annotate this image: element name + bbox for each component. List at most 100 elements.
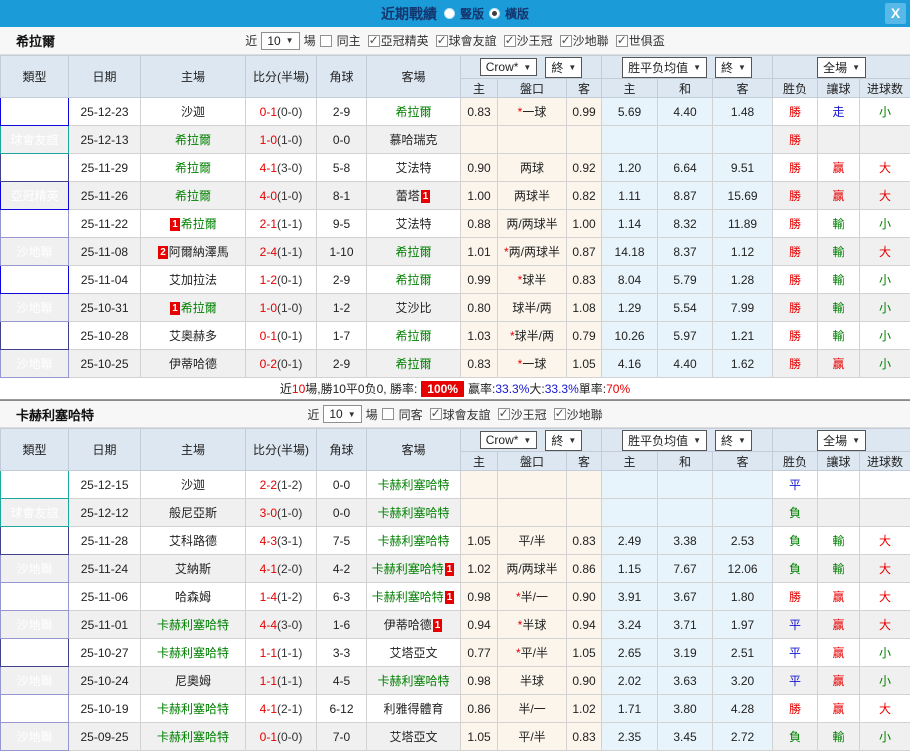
away-team-name: 希拉爾 [395, 329, 431, 343]
handicap: 两球 [498, 154, 567, 182]
odds-source-select[interactable]: Crow*▼ [480, 58, 538, 76]
odds-away: 0.87 [567, 238, 602, 266]
league-badge: 亞冠精英 [1, 266, 69, 294]
away-team-name: 艾塔亞文 [389, 730, 437, 744]
layout-radio[interactable] [489, 8, 500, 19]
layout-radio-label[interactable]: 橫版 [505, 5, 529, 22]
away-team-name: 卡赫利塞哈特 [377, 534, 449, 548]
league-checkbox[interactable] [430, 408, 442, 420]
score: 1-1(1-1) [246, 639, 317, 667]
mean-home: 8.04 [602, 266, 658, 294]
odds-away: 1.05 [567, 639, 602, 667]
league-checkbox[interactable] [504, 35, 516, 47]
halftime-score: (1-2) [277, 478, 302, 492]
result-outcome: 負 [773, 555, 818, 583]
league-filters: 亞冠精英球會友誼沙王冠沙地聯世俱盃 [365, 32, 665, 49]
mean-odds-select[interactable]: 胜平负均值▼ [622, 430, 707, 451]
chevron-down-icon: ▼ [286, 36, 294, 45]
result-handicap: 赢 [818, 350, 860, 378]
odds-source-select[interactable]: Crow*▼ [480, 431, 538, 449]
mean-away: 3.20 [713, 667, 773, 695]
titlebar: 近期戰績 豎版橫版 X [0, 0, 910, 27]
league-checkbox[interactable] [436, 35, 448, 47]
fulltime-score: 4-1 [260, 161, 277, 175]
league-label: 沙地聯 [573, 32, 609, 49]
close-button[interactable]: X [885, 3, 906, 24]
result-outcome: 勝 [773, 98, 818, 126]
final-odds-select[interactable]: 終▼ [545, 57, 582, 78]
final-mean-select[interactable]: 終▼ [715, 430, 752, 451]
result-outcome: 平 [773, 667, 818, 695]
odds-home: 0.98 [461, 583, 498, 611]
handicap-text: 一球 [522, 105, 546, 119]
league-checkbox[interactable] [368, 35, 380, 47]
match-date: 25-11-04 [69, 266, 141, 294]
halftime-score: (0-0) [277, 105, 302, 119]
corners: 2-9 [317, 266, 367, 294]
league-label: 沙地聯 [567, 406, 603, 423]
league-label: 球會友誼 [449, 32, 497, 49]
final-odds-select[interactable]: 終▼ [545, 430, 582, 451]
league-checkbox[interactable] [554, 408, 566, 420]
mean-home: 1.14 [602, 210, 658, 238]
league-checkbox[interactable] [560, 35, 572, 47]
col-type: 類型 [1, 429, 69, 471]
match-date: 25-12-12 [69, 499, 141, 527]
result-outcome: 勝 [773, 266, 818, 294]
home-team-name: 伊蒂哈德 [169, 357, 217, 371]
match-date: 25-10-19 [69, 695, 141, 723]
mean-home: 5.69 [602, 98, 658, 126]
league-filter: 亞冠精英 [368, 32, 429, 49]
league-checkbox[interactable] [616, 35, 628, 47]
mean-away: 1.28 [713, 266, 773, 294]
handicap-text: 一球 [522, 357, 546, 371]
mean-draw: 5.79 [658, 266, 713, 294]
table-row: 沙地聯25-11-24艾納斯4-1(2-0)4-2卡赫利塞哈特11.02两/两球… [1, 555, 910, 583]
odds-home: 0.90 [461, 154, 498, 182]
league-checkbox[interactable] [498, 408, 510, 420]
fulltime-score: 0-1 [260, 105, 277, 119]
fulltime-score: 1-4 [260, 590, 277, 604]
sub-result: 胜负 [773, 452, 818, 471]
match-count-select[interactable]: 10▼ [323, 405, 361, 423]
final-mean-select[interactable]: 終▼ [715, 57, 752, 78]
mean-draw: 5.54 [658, 294, 713, 322]
away-team-name: 卡赫利塞哈特 [372, 562, 444, 576]
sub-result: 胜负 [773, 79, 818, 98]
mean-draw: 8.87 [658, 182, 713, 210]
score: 4-1(2-0) [246, 555, 317, 583]
table-row: 球會友誼25-12-15沙迦2-2(1-2)0-0卡赫利塞哈特平 [1, 471, 910, 499]
odds-home: 0.77 [461, 639, 498, 667]
league-label: 沙王冠 [517, 32, 553, 49]
league-filter: 沙地聯 [554, 406, 603, 423]
away-team: 艾法特 [367, 210, 461, 238]
result-outcome: 勝 [773, 238, 818, 266]
league-badge: 沙地聯 [1, 723, 69, 751]
col-corner: 角球 [317, 56, 367, 98]
scope-select[interactable]: 全場▼ [817, 430, 866, 451]
home-team: 卡赫利塞哈特 [141, 695, 246, 723]
league-filter: 沙王冠 [498, 406, 547, 423]
away-team: 卡赫利塞哈特 [367, 471, 461, 499]
corners: 2-9 [317, 350, 367, 378]
odds-away: 0.92 [567, 154, 602, 182]
same-venue-checkbox[interactable] [320, 35, 332, 47]
corners: 4-5 [317, 667, 367, 695]
away-team-name: 艾塔亞文 [389, 646, 437, 660]
result-handicap: 赢 [818, 154, 860, 182]
away-team: 伊蒂哈德1 [367, 611, 461, 639]
table-row: 沙地聯25-10-25伊蒂哈德0-2(0-1)2-9希拉爾0.83*一球1.05… [1, 350, 910, 378]
match-date: 25-11-24 [69, 555, 141, 583]
mean-odds-select[interactable]: 胜平负均值▼ [622, 57, 707, 78]
summary-segment: 33.3% [545, 382, 579, 396]
mean-draw: 3.19 [658, 639, 713, 667]
sub-mean-away: 客 [713, 452, 773, 471]
layout-radio[interactable] [444, 8, 455, 19]
match-count-select[interactable]: 10▼ [261, 32, 299, 50]
scope-select[interactable]: 全場▼ [817, 57, 866, 78]
layout-radio-label[interactable]: 豎版 [460, 5, 484, 22]
handicap-text: 两/两球半 [509, 245, 560, 259]
same-venue-checkbox[interactable] [382, 408, 394, 420]
sub-home: 主 [461, 79, 498, 98]
result-outcome: 勝 [773, 210, 818, 238]
